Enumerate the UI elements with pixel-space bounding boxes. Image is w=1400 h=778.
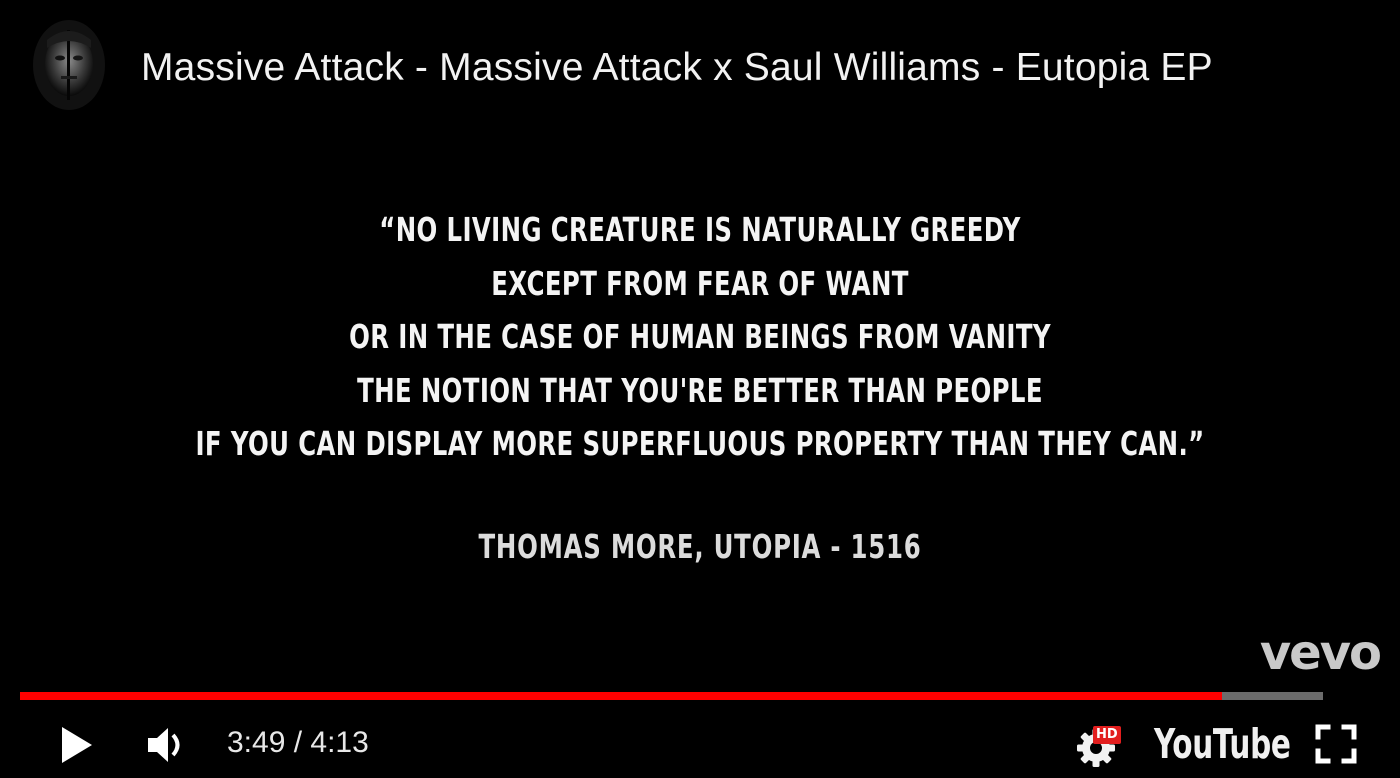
player-controls: 3:49 / 4:13 HD YouTube [0, 705, 1400, 778]
vevo-watermark-logo: vevo [1259, 625, 1382, 681]
duration: 4:13 [310, 726, 369, 759]
youtube-logo[interactable]: YouTube [1154, 719, 1291, 769]
play-button[interactable] [56, 723, 96, 767]
volume-button[interactable] [146, 723, 188, 767]
video-player[interactable]: Massive Attack - Massive Attack x Saul W… [0, 0, 1400, 778]
current-time: 3:49 [227, 726, 286, 759]
quote-line: IF YOU CAN DISPLAY MORE SUPERFLUOUS PROP… [195, 424, 1205, 463]
channel-avatar[interactable] [33, 20, 105, 110]
fullscreen-button[interactable] [1314, 723, 1358, 765]
hd-badge: HD [1093, 726, 1121, 744]
progress-bar[interactable] [20, 692, 1323, 700]
time-display: 3:49 / 4:13 [227, 723, 369, 763]
time-separator: / [285, 726, 311, 759]
quote-text: “NO LIVING CREATURE IS NATURALLY GREEDY … [0, 203, 1400, 471]
quote-line: THE NOTION THAT YOU'RE BETTER THAN PEOPL… [357, 370, 1043, 410]
play-icon [62, 727, 92, 763]
quote-attribution: THOMAS MORE, UTOPIA - 1516 [478, 527, 922, 566]
progress-played [20, 692, 1223, 700]
quote-line: “NO LIVING CREATURE IS NATURALLY GREEDY [379, 210, 1021, 249]
video-title[interactable]: Massive Attack - Massive Attack x Saul W… [141, 44, 1213, 92]
channel-avatar-face-icon [33, 20, 105, 110]
volume-icon [148, 728, 180, 762]
quote-line: OR IN THE CASE OF HUMAN BEINGS FROM VANI… [349, 317, 1051, 356]
fullscreen-icon [1315, 724, 1357, 764]
quote-line: EXCEPT FROM FEAR OF WANT [491, 263, 909, 303]
